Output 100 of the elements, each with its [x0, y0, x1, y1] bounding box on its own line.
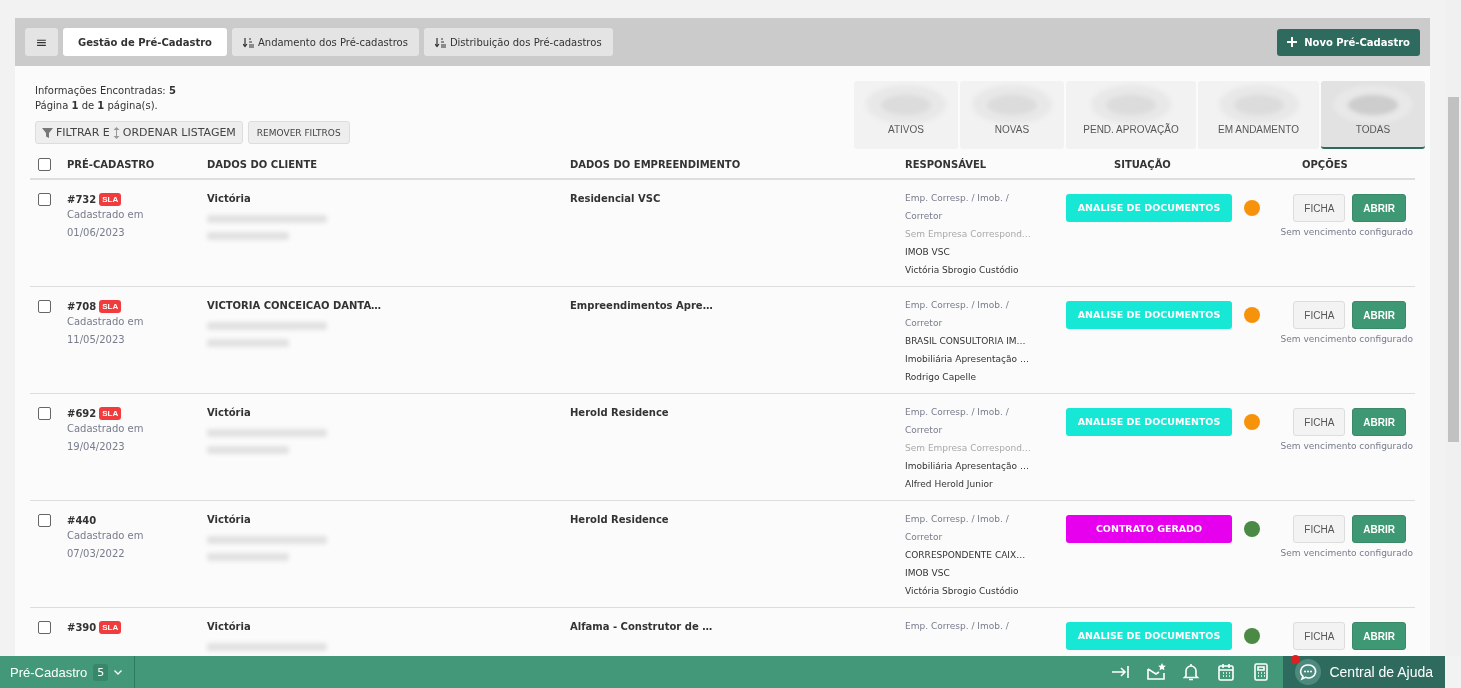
responsible-label: Emp. Corresp. / Imob. / Corretor: [905, 192, 1010, 223]
project-name: Alfama - Construtor de …: [570, 620, 714, 634]
due-note: Sem vencimento configurado: [1280, 441, 1413, 451]
responsible-label: Emp. Corresp. / Imob. /: [905, 620, 1010, 633]
column-header: PRÉ-CADASTRO: [67, 158, 156, 170]
responsible-name: Victória Sbrogio Custódio: [905, 585, 1020, 598]
ficha-button[interactable]: FICHA: [1293, 194, 1346, 222]
sla-badge: SLA: [99, 299, 122, 313]
sort-arrows-icon: [112, 126, 120, 139]
client-name: Victória: [207, 620, 252, 634]
envelope-star-icon[interactable]: [1146, 662, 1167, 682]
registered-label: Cadastrado em: [67, 422, 145, 436]
column-header: DADOS DO CLIENTE: [207, 158, 319, 170]
column-header: DADOS DO EMPREENDIMENTO: [570, 158, 742, 170]
row-checkbox[interactable]: [38, 514, 51, 527]
responsible-name: Alfred Herold Junior: [905, 478, 994, 491]
tab[interactable]: Gestão de Pré-Cadastro: [63, 28, 227, 56]
due-note: Sem vencimento configurado: [1280, 227, 1413, 237]
bell-icon[interactable]: [1181, 662, 1202, 682]
status-badge: ANALISE DE DOCUMENTOS: [1066, 408, 1232, 436]
responsible-name: IMOB VSC: [905, 567, 951, 580]
chat-bubble-icon: [1295, 659, 1322, 685]
results-count: Informações Encontradas: 5: [35, 84, 177, 98]
project-name: Herold Residence: [570, 406, 670, 420]
client-name: Victória: [207, 513, 252, 527]
responsible-name: CORRESPONDENTE CAIX…: [905, 549, 1027, 562]
client-name: VICTORIA CONCEICAO DANTA…: [207, 299, 383, 313]
row-checkbox[interactable]: [38, 193, 51, 206]
record-code: #692: [67, 407, 97, 419]
project-name: Empreendimentos Apre…: [570, 299, 714, 313]
menu-button[interactable]: ≡: [25, 28, 58, 56]
project-name: Herold Residence: [570, 513, 670, 527]
registered-label: Cadastrado em: [67, 208, 145, 222]
status-badge: CONTRATO GERADO: [1066, 515, 1232, 543]
sla-badge: SLA: [99, 620, 122, 634]
open-button[interactable]: ABRIR: [1352, 515, 1406, 543]
responsible-name: Sem Empresa Correspond…: [905, 442, 1032, 455]
ficha-button[interactable]: FICHA: [1293, 515, 1346, 543]
responsible-name: IMOB VSC: [905, 246, 951, 259]
responsible-name: BRASIL CONSULTORIA IM…: [905, 335, 1027, 348]
column-header: SITUAÇÃO: [1113, 158, 1172, 170]
new-button[interactable]: Novo Pré-Cadastro: [1277, 28, 1420, 56]
status-tile[interactable]: EM ANDAMENTO: [1198, 81, 1319, 149]
client-name: Victória: [207, 192, 252, 206]
registered-date: 19/04/2023: [67, 440, 126, 454]
ficha-button[interactable]: FICHA: [1293, 408, 1346, 436]
record-code: #732: [67, 193, 97, 205]
tab[interactable]: Andamento dos Pré-cadastros: [231, 28, 419, 56]
registered-date: 07/03/2022: [67, 547, 126, 561]
plus-icon: [1287, 37, 1298, 47]
open-button[interactable]: ABRIR: [1352, 301, 1406, 329]
tab[interactable]: Distribuição dos Pré-cadastros: [423, 28, 613, 56]
sort-icon: [434, 36, 446, 48]
responsible-name: Sem Empresa Correspond…: [905, 228, 1032, 241]
ficha-button[interactable]: FICHA: [1293, 622, 1346, 650]
status-badge: ANALISE DE DOCUMENTOS: [1066, 622, 1232, 650]
client-name: Victória: [207, 406, 252, 420]
responsible-name: Rodrigo Capelle: [905, 371, 977, 384]
open-button[interactable]: ABRIR: [1352, 622, 1406, 650]
responsible-label: Emp. Corresp. / Imob. / Corretor: [905, 299, 1010, 330]
open-button[interactable]: ABRIR: [1352, 194, 1406, 222]
filter-icon: [42, 127, 53, 138]
scrollbar-thumb[interactable]: [1448, 97, 1459, 442]
column-header: RESPONSÁVEL: [905, 158, 988, 170]
status-tile[interactable]: PEND. APROVAÇÃO: [1066, 81, 1196, 149]
sla-badge: SLA: [99, 192, 122, 206]
record-code: #708: [67, 300, 97, 312]
responsible-name: Victória Sbrogio Custódio: [905, 264, 1020, 277]
chevron-down-icon: [114, 669, 123, 675]
calendar-icon[interactable]: [1216, 662, 1237, 682]
remove-filters-button[interactable]: REMOVER FILTROS: [247, 121, 350, 144]
count-badge: 5: [93, 663, 109, 681]
registered-date: 01/06/2023: [67, 226, 126, 240]
status-badge: ANALISE DE DOCUMENTOS: [1066, 194, 1232, 222]
record-code: #440: [67, 514, 97, 526]
row-checkbox[interactable]: [38, 621, 51, 634]
registered-label: Cadastrado em: [67, 315, 145, 329]
responsible-label: Emp. Corresp. / Imob. / Corretor: [905, 513, 1010, 544]
responsible-label: Emp. Corresp. / Imob. / Corretor: [905, 406, 1010, 437]
project-name: Residencial VSC: [570, 192, 662, 206]
responsible-name: Imobiliária Apresentação …: [905, 460, 1030, 473]
status-tile[interactable]: ATIVOS: [854, 81, 958, 149]
help-center-button[interactable]: Central de Ajuda: [1283, 656, 1445, 688]
status-tile[interactable]: TODAS: [1321, 81, 1425, 149]
column-header: OPÇÕES: [1301, 158, 1349, 170]
sla-badge: SLA: [99, 406, 122, 420]
row-checkbox[interactable]: [38, 300, 51, 313]
select-all-checkbox[interactable]: [38, 157, 51, 171]
ficha-button[interactable]: FICHA: [1293, 301, 1346, 329]
status-badge: ANALISE DE DOCUMENTOS: [1066, 301, 1232, 329]
open-button[interactable]: ABRIR: [1352, 408, 1406, 436]
filter-sort-button[interactable]: FILTRAR E ORDENAR LISTAGEM: [35, 121, 243, 144]
registered-date: 11/05/2023: [67, 333, 126, 347]
record-code: #390: [67, 621, 97, 633]
due-note: Sem vencimento configurado: [1280, 548, 1413, 558]
responsible-name: Imobiliária Apresentação …: [905, 353, 1030, 366]
registered-label: Cadastrado em: [67, 529, 145, 543]
sort-icon: [242, 36, 254, 48]
status-tile[interactable]: NOVAS: [960, 81, 1064, 149]
row-checkbox[interactable]: [38, 407, 51, 420]
